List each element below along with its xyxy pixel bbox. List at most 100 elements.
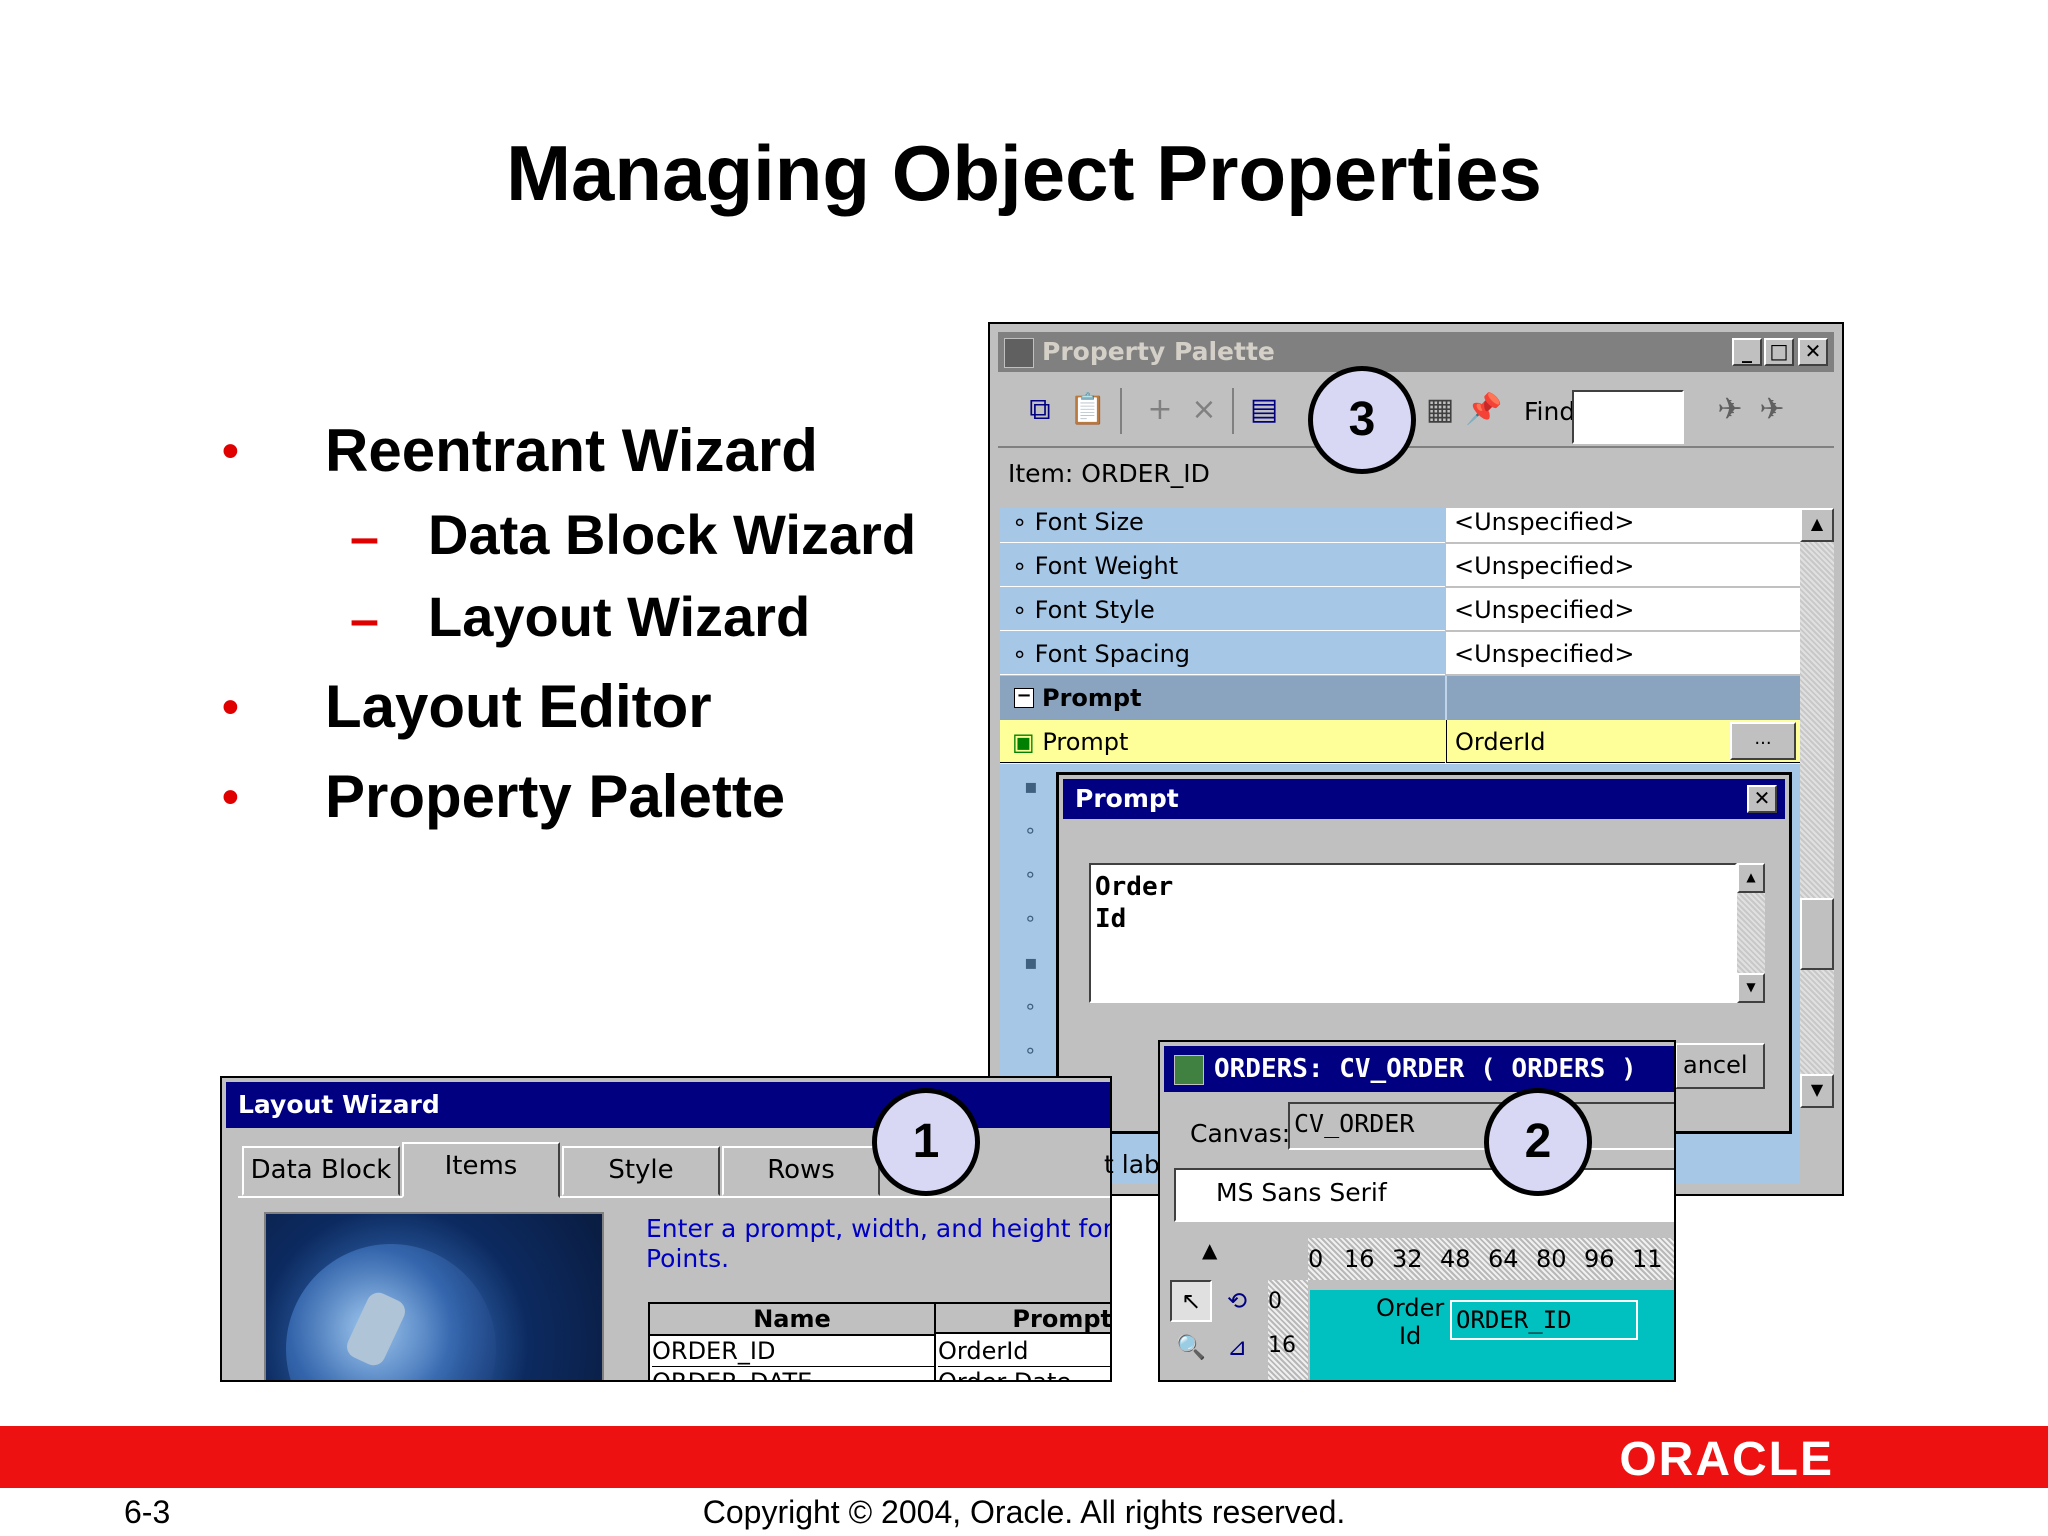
property-value[interactable]: <Unspecified> [1446, 508, 1800, 543]
prompt-text-line: Order [1376, 1294, 1445, 1322]
property-bullet-icon: ∘ [1012, 508, 1035, 536]
delete-icon[interactable]: × [1184, 390, 1224, 430]
wizard-image [264, 1212, 604, 1380]
tab-items[interactable]: Items [402, 1142, 560, 1198]
scroll-up-icon[interactable]: ▲ [1202, 1238, 1217, 1262]
more-button[interactable]: ... [1730, 722, 1796, 760]
property-row[interactable]: ∘ Font Size <Unspecified> [1000, 508, 1800, 544]
table-cell-prompt[interactable]: OrderId [938, 1336, 1110, 1367]
canvas-label: Canvas: [1190, 1119, 1291, 1148]
horizontal-ruler: 0 16 32 48 64 80 96 11 [1308, 1238, 1674, 1280]
pin-icon[interactable]: 📌 [1464, 390, 1504, 430]
order-id-item[interactable]: ORDER_ID [1450, 1300, 1638, 1340]
item-prompt-label[interactable]: Order Id [1376, 1294, 1444, 1350]
column-header-prompt[interactable]: Prompt [936, 1304, 1110, 1334]
cancel-button[interactable]: ancel [1675, 1043, 1765, 1089]
toolbar-divider [1120, 388, 1122, 434]
property-changed-icon: ▣ [1012, 728, 1043, 756]
scroll-down-icon[interactable]: ▼ [1800, 1074, 1834, 1108]
bullet-marker: • [222, 771, 239, 824]
copy-icon[interactable]: ⧉ [1020, 390, 1060, 430]
paste-icon[interactable]: 📋 [1068, 390, 1108, 430]
table-cell-prompt[interactable]: Order Date [938, 1367, 1110, 1380]
layout-editor-title: ORDERS: CV_ORDER ( ORDERS ) [1214, 1054, 1637, 1084]
bullet-property-palette: Property Palette [325, 763, 786, 830]
close-icon[interactable]: ✕ [1798, 338, 1828, 366]
prompt-text-line: Id [1095, 904, 1127, 934]
layout-editor-titlebar[interactable]: ORDERS: CV_ORDER ( ORDERS ) [1164, 1046, 1674, 1092]
scroll-up-icon[interactable]: ▲ [1800, 508, 1834, 542]
dash-marker: – [350, 591, 379, 649]
layout-editor-window[interactable]: ORDERS: CV_ORDER ( ORDERS ) Canvas: CV_O… [1158, 1040, 1676, 1382]
tab-style[interactable]: Style [562, 1146, 720, 1196]
property-row-selected[interactable]: ▣ Prompt OrderId ... [1000, 720, 1800, 764]
layout-editor-icon [1174, 1055, 1204, 1085]
footer-bar: ORACLE [0, 1426, 2048, 1488]
property-name: Font Spacing [1034, 640, 1191, 668]
property-value[interactable]: <Unspecified> [1446, 544, 1800, 587]
ruler-tick: 32 [1392, 1245, 1423, 1273]
minimize-icon[interactable]: _ [1732, 338, 1762, 366]
prompt-textarea[interactable]: Order Id [1089, 863, 1737, 1003]
tool-palette: ↖ ⟲ 🔍 ⊿ [1164, 1270, 1264, 1380]
select-tool-icon[interactable]: ↖ [1170, 1280, 1212, 1322]
ruler-tick: 0 [1268, 1289, 1282, 1314]
property-row[interactable]: ∘ Font Weight <Unspecified> [1000, 544, 1800, 588]
reshape-tool-icon[interactable]: ⊿ [1216, 1326, 1258, 1368]
canvas-select[interactable]: CV_ORDER [1288, 1102, 1674, 1150]
property-name: Font Style [1034, 596, 1155, 624]
find-next-icon[interactable]: ✈ [1710, 390, 1750, 430]
column-header-name[interactable]: Name [650, 1304, 936, 1336]
close-icon[interactable]: ✕ [1747, 785, 1777, 813]
callout-3: 3 [1308, 366, 1416, 474]
property-value[interactable]: <Unspecified> [1446, 588, 1800, 631]
rotate-tool-icon[interactable]: ⟲ [1216, 1280, 1258, 1322]
layout-wizard-titlebar[interactable]: Layout Wizard [226, 1082, 1110, 1128]
toolbar-divider [1232, 388, 1234, 434]
property-name: Prompt [1042, 728, 1129, 756]
instruction-text: Enter a prompt, width, and height for ea… [646, 1214, 1112, 1243]
scroll-down-icon[interactable]: ▼ [1737, 973, 1765, 1003]
tab-data-block[interactable]: Data Block [242, 1146, 400, 1196]
ruler-tick: 64 [1488, 1245, 1519, 1273]
find-input[interactable] [1572, 390, 1684, 444]
prompt-scrollbar[interactable]: ▲ ▼ [1737, 863, 1765, 1003]
inherit-icon[interactable]: ▦ [1420, 390, 1460, 430]
slide-title: Managing Object Properties [506, 129, 1542, 217]
scroll-thumb[interactable] [1800, 898, 1834, 970]
property-value[interactable]: <Unspecified> [1446, 632, 1800, 675]
zoom-tool-icon[interactable]: 🔍 [1170, 1326, 1212, 1368]
property-row[interactable]: ∘ Font Spacing <Unspecified> [1000, 632, 1800, 676]
prompt-dialog-title: Prompt [1075, 784, 1179, 813]
layout-wizard-title: Layout Wizard [238, 1090, 440, 1119]
bullet-layout-wizard: Layout Wizard [428, 585, 811, 648]
tab-rows[interactable]: Rows [722, 1146, 880, 1196]
property-list-icon[interactable]: ▤ [1244, 390, 1284, 430]
table-cell-name[interactable]: ORDER_DATE [652, 1367, 936, 1380]
layout-wizard-window[interactable]: Layout Wizard Data Block Items Style Row… [220, 1076, 1112, 1382]
palette-scrollbar[interactable]: ▲ ▼ [1800, 508, 1834, 1108]
wizard-items-table[interactable]: Name Prompt ORDER_ID OrderId ORDER_DATE … [648, 1302, 1110, 1380]
prompt-text-line: Id [1398, 1322, 1422, 1350]
font-select[interactable]: MS Sans Serif [1174, 1168, 1674, 1222]
ruler-tick: 16 [1344, 1245, 1375, 1273]
scroll-up-icon[interactable]: ▲ [1737, 863, 1765, 893]
prompt-text-line: Order [1095, 872, 1174, 902]
layout-canvas[interactable]: Order Id ORDER_ID [1310, 1290, 1674, 1380]
maximize-icon[interactable]: □ [1764, 338, 1794, 366]
ruler-tick: 80 [1536, 1245, 1567, 1273]
callout-2: 2 [1484, 1088, 1592, 1196]
collapse-icon[interactable]: − [1014, 687, 1034, 708]
property-group-prompt[interactable]: − Prompt [1000, 676, 1800, 720]
bullet-marker: • [222, 681, 239, 734]
ruler-tick: 11 [1632, 1245, 1663, 1273]
property-palette-titlebar[interactable]: Property Palette _ □ ✕ [998, 332, 1834, 372]
table-cell-name[interactable]: ORDER_ID [652, 1336, 936, 1367]
dash-marker: – [350, 509, 379, 567]
add-icon[interactable]: + [1140, 390, 1180, 430]
find-previous-icon[interactable]: ✈ [1752, 390, 1792, 430]
prompt-dialog-titlebar[interactable]: Prompt ✕ [1063, 779, 1785, 819]
instruction-text: Points. [646, 1244, 730, 1273]
vertical-ruler: 0 16 [1268, 1280, 1308, 1380]
property-row[interactable]: ∘ Font Style <Unspecified> [1000, 588, 1800, 632]
